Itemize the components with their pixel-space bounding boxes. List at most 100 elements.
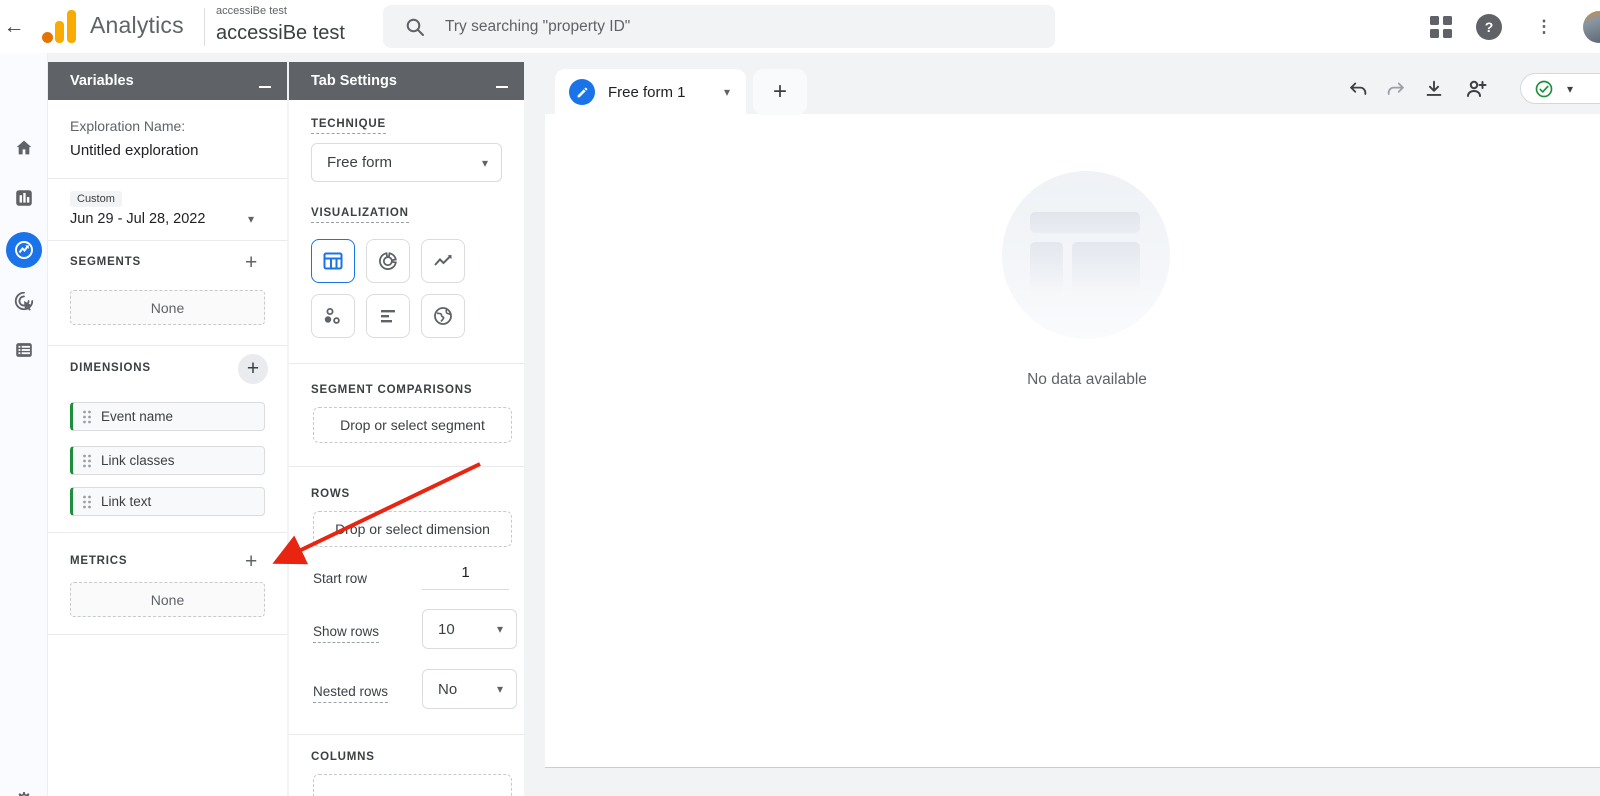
viz-geo-button[interactable] bbox=[421, 294, 465, 338]
apps-grid-icon[interactable] bbox=[1430, 16, 1452, 38]
status-dropdown-button[interactable]: ▾ bbox=[1520, 73, 1600, 104]
sidebar-item-library[interactable] bbox=[0, 330, 48, 370]
date-range-caret-icon[interactable]: ▾ bbox=[248, 212, 254, 226]
minimize-variables-icon[interactable] bbox=[259, 86, 271, 88]
sidebar-item-explore[interactable] bbox=[0, 230, 48, 270]
home-icon bbox=[13, 137, 35, 159]
sidebar-item-reports[interactable] bbox=[0, 178, 48, 218]
tab-edit-badge bbox=[569, 79, 595, 105]
columns-drop-target[interactable] bbox=[313, 774, 512, 796]
help-icon[interactable]: ? bbox=[1476, 14, 1502, 40]
line-chart-icon bbox=[431, 249, 455, 273]
back-arrow-icon[interactable]: ← bbox=[2, 13, 26, 41]
empty-state-text: No data available bbox=[977, 371, 1197, 389]
donut-chart-icon bbox=[376, 249, 400, 273]
start-row-label: Start row bbox=[313, 571, 367, 586]
segments-empty-slot[interactable]: None bbox=[70, 290, 265, 325]
table-icon bbox=[321, 249, 345, 273]
dimension-chip-label: Link classes bbox=[101, 453, 175, 468]
gear-icon: ⚙ bbox=[14, 788, 34, 796]
segment-drop-target[interactable]: Drop or select segment bbox=[313, 407, 512, 443]
left-nav-rail: ⚙ bbox=[0, 53, 48, 796]
dimension-chip-label: Event name bbox=[101, 409, 173, 424]
search-bar[interactable] bbox=[383, 5, 1055, 48]
drag-handle-icon[interactable] bbox=[82, 454, 92, 468]
technique-select[interactable]: Free form ▾ bbox=[311, 143, 502, 182]
top-bar: ← Analytics accessiBe test accessiBe tes… bbox=[0, 0, 1600, 53]
add-metric-button[interactable]: + bbox=[245, 551, 257, 572]
avatar[interactable] bbox=[1583, 11, 1600, 43]
exploration-name-value[interactable]: Untitled exploration bbox=[70, 142, 198, 159]
sidebar-item-settings[interactable]: ⚙ bbox=[0, 781, 48, 796]
segment-drop-placeholder: Drop or select segment bbox=[340, 417, 485, 433]
date-range-badge: Custom bbox=[70, 191, 122, 207]
dimension-chip[interactable]: Event name bbox=[70, 402, 265, 431]
tab-settings-header: Tab Settings bbox=[289, 62, 524, 100]
viz-line-button[interactable] bbox=[421, 239, 465, 283]
advertising-icon bbox=[13, 290, 35, 312]
download-icon bbox=[1423, 78, 1445, 100]
nested-rows-select[interactable]: No ▾ bbox=[422, 669, 517, 709]
reports-icon bbox=[13, 187, 35, 209]
pencil-icon bbox=[576, 86, 589, 99]
library-list-icon bbox=[13, 339, 35, 361]
property-switcher[interactable]: accessiBe test bbox=[216, 22, 345, 45]
tab-free-form-1[interactable]: Free form 1 ▾ bbox=[555, 69, 746, 115]
divider bbox=[48, 634, 287, 635]
add-tab-button[interactable]: + bbox=[753, 69, 807, 115]
undo-icon bbox=[1347, 78, 1369, 100]
drag-handle-icon[interactable] bbox=[82, 410, 92, 424]
show-rows-select[interactable]: 10 ▾ bbox=[422, 609, 517, 649]
download-button[interactable] bbox=[1421, 76, 1447, 102]
tab-caret-icon[interactable]: ▾ bbox=[724, 85, 730, 99]
variables-title: Variables bbox=[70, 73, 259, 89]
show-rows-label-text: Show rows bbox=[313, 624, 379, 643]
date-range-value[interactable]: Jun 29 - Jul 28, 2022 bbox=[70, 211, 205, 227]
viz-table-button[interactable] bbox=[311, 239, 355, 283]
add-segment-button[interactable]: + bbox=[245, 252, 257, 273]
dimensions-label: DIMENSIONS bbox=[70, 362, 151, 374]
technique-value: Free form bbox=[327, 154, 482, 171]
divider bbox=[48, 345, 287, 346]
divider bbox=[48, 240, 287, 241]
viz-donut-button[interactable] bbox=[366, 239, 410, 283]
share-users-icon bbox=[1464, 77, 1488, 101]
bar-chart-icon bbox=[376, 304, 400, 328]
scatter-plot-icon bbox=[321, 304, 345, 328]
redo-button[interactable] bbox=[1383, 76, 1409, 102]
start-row-input[interactable]: 1 bbox=[422, 564, 509, 590]
sidebar-item-home[interactable] bbox=[0, 128, 48, 168]
metrics-empty-slot[interactable]: None bbox=[70, 582, 265, 617]
nested-rows-label-text: Nested rows bbox=[313, 684, 388, 703]
viz-bar-button[interactable] bbox=[366, 294, 410, 338]
divider bbox=[289, 466, 524, 467]
technique-label: TECHNIQUE bbox=[311, 118, 386, 130]
technique-label-text: TECHNIQUE bbox=[311, 118, 386, 134]
brand-title: Analytics bbox=[90, 12, 184, 39]
status-caret-icon: ▾ bbox=[1567, 82, 1573, 96]
topbar-divider bbox=[204, 8, 205, 46]
divider bbox=[48, 178, 287, 179]
viz-scatter-button[interactable] bbox=[311, 294, 355, 338]
search-icon bbox=[405, 17, 425, 37]
search-input[interactable] bbox=[445, 18, 1005, 36]
plus-icon: + bbox=[247, 357, 259, 381]
drag-handle-icon[interactable] bbox=[82, 495, 92, 509]
chevron-down-icon: ▾ bbox=[482, 156, 488, 170]
minimize-tab-settings-icon[interactable] bbox=[496, 86, 508, 88]
metrics-empty-label: None bbox=[151, 592, 184, 608]
add-dimension-button[interactable]: + bbox=[238, 354, 268, 384]
sidebar-item-advertising[interactable] bbox=[0, 281, 48, 321]
variables-panel-header: Variables bbox=[48, 62, 287, 100]
segments-empty-label: None bbox=[151, 300, 184, 316]
nested-rows-value: No bbox=[438, 681, 497, 698]
undo-button[interactable] bbox=[1345, 76, 1371, 102]
dimension-chip[interactable]: Link classes bbox=[70, 446, 265, 475]
share-button[interactable] bbox=[1463, 76, 1489, 102]
dimension-chip[interactable]: Link text bbox=[70, 487, 265, 516]
tab-settings-panel: Tab Settings TECHNIQUE Free form ▾ VISUA… bbox=[289, 62, 524, 796]
analytics-logo-icon bbox=[40, 9, 80, 44]
more-menu-icon[interactable]: ⋮ bbox=[1534, 13, 1554, 41]
rows-label: ROWS bbox=[311, 488, 350, 500]
dimension-drop-target[interactable]: Drop or select dimension bbox=[313, 511, 512, 547]
